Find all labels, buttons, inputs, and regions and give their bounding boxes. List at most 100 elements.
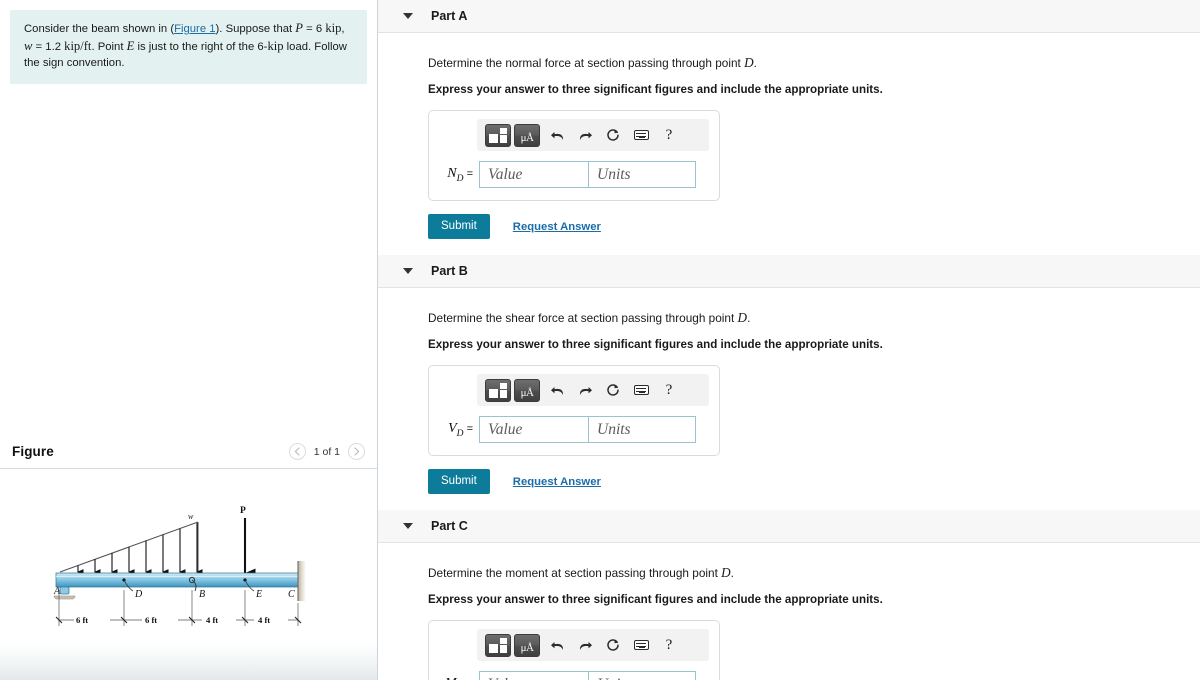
part-b-answer-toolbar: μÅ ?	[477, 374, 709, 406]
problem-text-seg-5: is just to the right of the 6-	[134, 40, 268, 53]
symbol-P: P	[295, 21, 303, 35]
label-D: D	[134, 589, 143, 600]
figure-pager: 1 of 1	[288, 443, 365, 460]
part-c-answer-toolbar: μÅ ?	[477, 629, 709, 661]
figure-1-link[interactable]: Figure 1	[174, 23, 215, 35]
part-c-prompt-post: .	[730, 566, 734, 580]
w-equals-value: = 1.2	[32, 40, 61, 53]
figure-counter: 1 of 1	[313, 445, 340, 458]
reset-icon[interactable]	[599, 123, 627, 147]
label-C: C	[288, 589, 295, 600]
right-panel: Part A Determine the normal force at sec…	[378, 0, 1200, 680]
part-b-prompt-pre: Determine the shear force at section pas…	[428, 311, 738, 325]
units-micro-angstrom-icon[interactable]: μÅ	[514, 123, 540, 147]
part-a-answer-card: μÅ ? ND = Value Units	[428, 110, 720, 201]
part-c-label: Part C	[431, 519, 468, 533]
part-c-answer-row: MD =	[439, 671, 709, 680]
part-c-prompt-var: D	[721, 565, 731, 580]
figure-header: Figure 1 of 1	[0, 435, 377, 469]
part-b-equals: =	[466, 422, 473, 435]
part-a-var-sym: N	[447, 165, 457, 181]
part-b-value-input[interactable]	[479, 416, 589, 443]
P-equals-value: = 6	[303, 23, 323, 35]
dim-label-4: 4 ft	[258, 615, 270, 625]
part-b-body: Determine the shear force at section pas…	[378, 288, 1200, 494]
units-micro-angstrom-icon[interactable]: μÅ	[514, 378, 540, 402]
part-a-value-input[interactable]	[479, 161, 589, 188]
part-b-request-answer-link[interactable]: Request Answer	[513, 476, 601, 488]
part-b-variable-label: VD =	[439, 421, 473, 439]
template-layout-icon[interactable]	[485, 123, 511, 147]
part-b-prompt-var: D	[737, 310, 748, 325]
part-a-equals: =	[466, 167, 473, 180]
part-c-value-input[interactable]	[479, 671, 589, 680]
template-layout-icon[interactable]	[485, 378, 511, 402]
left-panel: Consider the beam shown in (Figure 1). S…	[0, 0, 378, 680]
caret-down-icon[interactable]	[403, 13, 413, 19]
part-c-units-input[interactable]	[588, 671, 696, 680]
keyboard-icon[interactable]	[627, 123, 655, 147]
part-a-header[interactable]: Part A	[378, 0, 1200, 33]
part-c-prompt: Determine the moment at section passing …	[428, 565, 1200, 581]
units-glyph: μÅ	[520, 386, 534, 399]
units-glyph: μÅ	[520, 131, 534, 144]
part-b-var-sym: V	[448, 420, 457, 436]
help-icon[interactable]: ?	[655, 633, 683, 657]
part-b-units-input[interactable]	[588, 416, 696, 443]
distributed-load-label: w	[188, 512, 194, 521]
label-A: A	[53, 586, 61, 597]
part-a-submit-button[interactable]: Submit	[428, 214, 490, 239]
units-micro-angstrom-icon[interactable]: μÅ	[514, 633, 540, 657]
reset-icon[interactable]	[599, 633, 627, 657]
part-b-label: Part B	[431, 264, 468, 278]
redo-icon[interactable]	[571, 633, 599, 657]
point-load-label: P	[240, 506, 246, 516]
part-c-prompt-pre: Determine the moment at section passing …	[428, 566, 722, 580]
part-c-header[interactable]: Part C	[378, 510, 1200, 543]
part-c-block: Part C Determine the moment at section p…	[378, 510, 1200, 680]
part-b-answer-row: VD =	[439, 416, 709, 443]
problem-text-seg-2: ). Suppose that	[215, 23, 296, 35]
problem-page: Consider the beam shown in (Figure 1). S…	[0, 0, 1200, 680]
part-b-header[interactable]: Part B	[378, 255, 1200, 288]
part-b-prompt: Determine the shear force at section pas…	[428, 310, 1200, 326]
part-c-body: Determine the moment at section passing …	[378, 543, 1200, 680]
kip-word: kip	[267, 38, 284, 53]
chevron-left-icon[interactable]	[288, 443, 306, 460]
reset-icon[interactable]	[599, 378, 627, 402]
part-c-instruction: Express your answer to three significant…	[428, 593, 883, 606]
part-b-var-sub: D	[456, 428, 464, 439]
part-c-answer-card: μÅ ? Value Units	[428, 620, 720, 680]
units-glyph: μÅ	[520, 641, 534, 654]
undo-icon[interactable]	[543, 123, 571, 147]
P-unit: kip	[325, 21, 342, 35]
part-a-units-input[interactable]	[588, 161, 696, 188]
problem-text-seg-4: . Point	[91, 40, 127, 53]
figure-body: w P A D B E C 6 ft 6 ft 4 ft 4 ft	[0, 470, 377, 680]
redo-icon[interactable]	[571, 123, 599, 147]
dim-label-1: 6 ft	[76, 615, 88, 625]
part-a-prompt: Determine the normal force at section pa…	[428, 55, 1200, 71]
keyboard-icon[interactable]	[627, 633, 655, 657]
caret-down-icon[interactable]	[403, 268, 413, 274]
part-b-answer-card: μÅ ? VD = Value Units	[428, 365, 720, 456]
part-b-submit-button[interactable]: Submit	[428, 469, 490, 494]
part-a-instruction: Express your answer to three significant…	[428, 83, 883, 96]
part-c-var-sym: M	[445, 676, 457, 680]
chevron-right-icon[interactable]	[348, 443, 365, 460]
part-a-request-answer-link[interactable]: Request Answer	[513, 221, 601, 233]
problem-text-seg-1: Consider the beam shown in (	[24, 23, 175, 35]
problem-statement-box: Consider the beam shown in (Figure 1). S…	[10, 10, 367, 84]
help-icon[interactable]: ?	[655, 123, 683, 147]
help-icon[interactable]: ?	[655, 378, 683, 402]
undo-icon[interactable]	[543, 378, 571, 402]
redo-icon[interactable]	[571, 378, 599, 402]
beam-diagram: w P A D B E C 6 ft 6 ft 4 ft 4 ft	[53, 506, 306, 626]
template-layout-icon[interactable]	[485, 633, 511, 657]
label-B: B	[199, 589, 205, 600]
undo-icon[interactable]	[543, 633, 571, 657]
label-E: E	[255, 589, 262, 600]
caret-down-icon[interactable]	[403, 523, 413, 529]
keyboard-icon[interactable]	[627, 378, 655, 402]
part-b-actions: Submit Request Answer	[428, 469, 1200, 494]
